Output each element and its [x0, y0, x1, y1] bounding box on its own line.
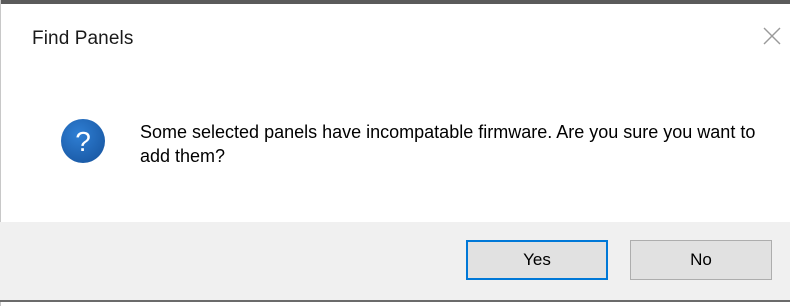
no-button[interactable]: No: [630, 240, 772, 280]
dialog-title: Find Panels: [32, 28, 134, 49]
yes-button[interactable]: Yes: [466, 240, 608, 280]
close-icon: [763, 27, 781, 45]
window-bottom-border: [0, 300, 790, 302]
svg-text:?: ?: [75, 126, 91, 157]
window-top-border: [0, 0, 790, 4]
yes-button-label: Yes: [523, 250, 551, 269]
close-button[interactable]: [758, 22, 786, 50]
find-panels-dialog: Find Panels ? Some selected panels have …: [0, 0, 790, 306]
question-icon: ?: [61, 119, 105, 163]
no-button-label: No: [690, 250, 712, 269]
dialog-message: Some selected panels have incompatable f…: [140, 122, 756, 166]
